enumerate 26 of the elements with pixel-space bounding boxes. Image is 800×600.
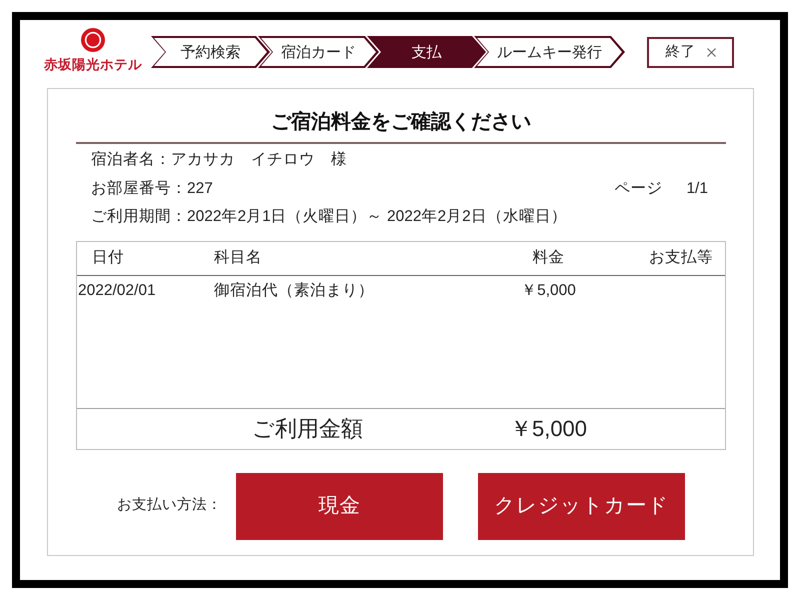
table-cell-text: 御宿泊代（素泊まり） xyxy=(213,280,375,301)
guest-name-value: アカサカ イチロウ 様 xyxy=(171,150,347,170)
table-cell-text: 2022/02/01 xyxy=(77,280,157,301)
payment-button[interactable]: 現金 xyxy=(236,472,443,540)
guest-name-label: 宿泊者名： xyxy=(91,150,171,170)
total-amount: ￥5,000 xyxy=(508,415,588,443)
stay-period-value: 2022年2月1日（火曜日）～ 2022年2月2日（水曜日） xyxy=(187,207,567,227)
logo-icon xyxy=(81,28,105,52)
exit-button[interactable]: 終了 xyxy=(647,37,734,68)
payment-button[interactable]: クレジットカード xyxy=(478,472,685,540)
column-header: 科目名 xyxy=(213,248,263,268)
stay-period-label: ご利用期間： xyxy=(91,207,187,227)
room-number-label: お部屋番号： xyxy=(91,178,187,198)
room-number-value: 227 xyxy=(187,178,213,198)
column-header: お支払等 xyxy=(648,248,714,268)
page-label: ページ xyxy=(614,178,662,198)
close-icon xyxy=(706,48,716,57)
total-label: ご利用金額 xyxy=(251,415,364,443)
column-header: 日付 xyxy=(91,248,125,268)
table-cell-text: ￥5,000 xyxy=(520,280,577,301)
payment-method-label: お支払い方法： xyxy=(117,496,222,516)
progress-step: ルームキー発行 xyxy=(474,36,625,68)
page-title: ご宿泊料金をご確認ください xyxy=(270,110,532,134)
hotel-name: 赤坂陽光ホテル xyxy=(44,58,142,72)
column-header: 料金 xyxy=(532,248,566,268)
page-number: 1/1 xyxy=(686,178,708,198)
